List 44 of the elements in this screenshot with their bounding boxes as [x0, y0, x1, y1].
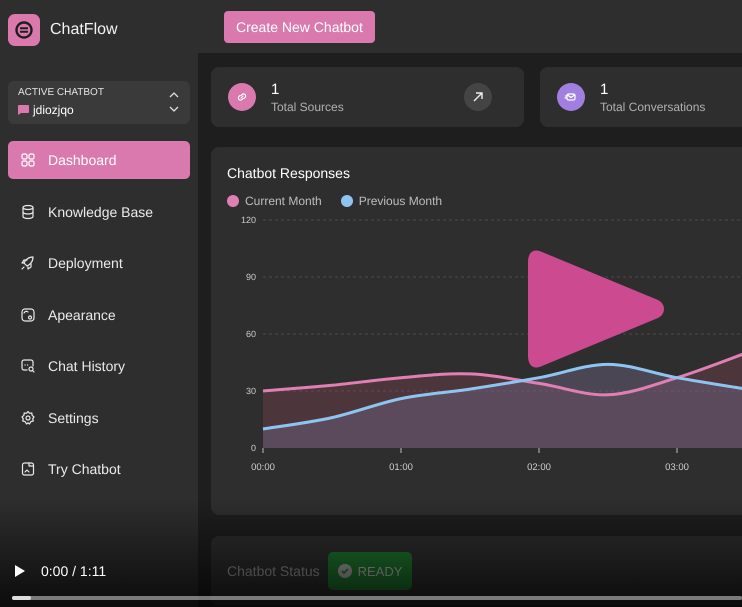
x-tick-label: 03:00 — [665, 462, 689, 473]
nav-item[interactable]: Chat History — [8, 347, 190, 385]
nav-item[interactable]: Apearance — [8, 296, 190, 334]
stat-value: 1 — [271, 80, 280, 98]
y-tick-label: 60 — [246, 329, 256, 339]
document-icon — [20, 461, 36, 477]
nav-item[interactable]: Settings — [8, 398, 190, 436]
brand-name: ChatFlow — [50, 21, 118, 39]
play-icon[interactable] — [528, 250, 665, 368]
chatbot-selector[interactable]: ACTIVE CHATBOT jdiozjqo — [8, 81, 190, 124]
rocket-icon — [20, 255, 36, 271]
nav-item[interactable]: Deployment — [8, 244, 190, 282]
stat-value: 1 — [600, 80, 610, 98]
legend-label: Previous Month — [358, 194, 442, 208]
settings-icon — [20, 410, 36, 426]
chevron-up-down-icon — [168, 91, 180, 113]
y-tick-label: 90 — [246, 272, 256, 282]
open-link-button[interactable] — [464, 83, 492, 111]
video-time: 0:00 / 1:11 — [41, 563, 106, 579]
legend-label: Current Month — [245, 194, 322, 208]
stat-label: Total Sources — [271, 100, 345, 114]
nav-item[interactable]: Knowledge Base — [8, 192, 190, 230]
progress-bar[interactable] — [12, 596, 742, 600]
chatbot-name: jdiozjqo — [33, 103, 74, 117]
status-label: Chatbot Status — [227, 563, 320, 579]
y-tick-label: 0 — [250, 443, 256, 453]
stat-label: Total Conversations — [600, 100, 706, 114]
x-tick-label: 01:00 — [389, 462, 413, 473]
nav-item[interactable]: Try Chatbot — [8, 450, 190, 488]
x-tick-label: 00:00 — [251, 462, 275, 473]
grid-icon — [20, 152, 36, 168]
y-tick-label: 120 — [240, 215, 256, 225]
chat-search-icon — [20, 358, 36, 374]
arrow-icon — [471, 90, 485, 104]
status-badge: READY — [328, 552, 412, 590]
y-tick-label: 30 — [246, 386, 256, 396]
database-icon — [20, 204, 36, 220]
play-button[interactable] — [14, 564, 26, 578]
chart-title: Chatbot Responses — [227, 165, 351, 181]
logo-icon — [8, 14, 40, 46]
x-tick-label: 02:00 — [527, 462, 551, 473]
palette-icon — [20, 306, 36, 322]
selector-label: ACTIVE CHATBOT — [18, 87, 104, 98]
chat-bubble-icon — [18, 105, 29, 115]
